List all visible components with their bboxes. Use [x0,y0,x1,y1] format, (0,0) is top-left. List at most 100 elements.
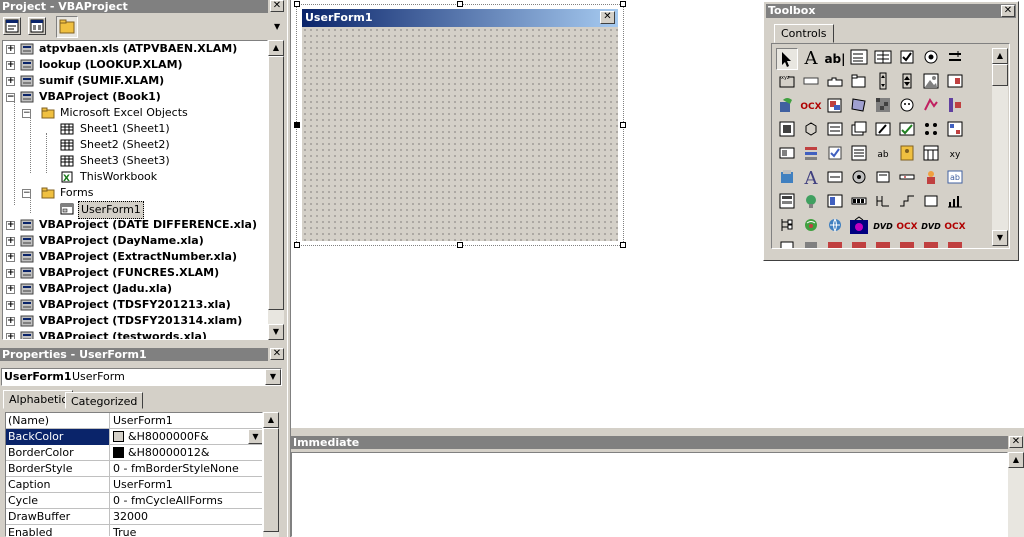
activex-control-5[interactable] [896,96,918,118]
activex-control-8[interactable] [776,120,798,142]
activex-control-40[interactable] [848,216,870,238]
tree-node-userform1[interactable]: UserForm1 [3,201,267,219]
combobox-tool[interactable] [848,48,870,70]
refedit-tool[interactable] [944,72,966,94]
userform-canvas[interactable] [302,27,618,241]
expand-toggle[interactable]: + [6,45,15,54]
activex-control-22[interactable] [776,168,798,190]
multipage-tool[interactable] [848,72,870,94]
project-title-bar[interactable]: Project - VBAProject [0,0,268,13]
tree-node[interactable]: − Microsoft Excel Objects [3,105,267,121]
property-row[interactable]: Cycle 0 - fmCycleAllForms [6,493,262,509]
immediate-title-bar[interactable]: Immediate [291,436,1008,449]
immediate-close-button[interactable]: ✕ [1009,436,1023,448]
activex-control-41[interactable] [776,240,798,248]
activex-control-31[interactable] [824,192,846,214]
property-value[interactable]: 32000 [111,509,262,525]
property-row[interactable]: Enabled True [6,525,262,536]
tree-node[interactable]: + VBAProject (TDSFY201314.xlam) [3,313,267,329]
activex-control-9[interactable] [800,120,822,142]
activex-control-2[interactable] [824,96,846,118]
dvd-control-2[interactable]: DVD [920,216,942,238]
activex-control-46[interactable] [896,240,918,248]
ocx-control[interactable]: OCX [800,96,822,118]
collapse-toggle[interactable]: − [6,93,15,102]
activex-control-4[interactable] [872,96,894,118]
activex-control-30[interactable] [800,192,822,214]
ocx-control-3[interactable]: OCX [944,216,966,238]
expand-toggle[interactable]: + [6,285,15,294]
tree-node[interactable]: + VBAProject (DATE DIFFERENCE.xla) [3,217,267,233]
toggle-button-tool[interactable] [944,48,966,70]
tree-node[interactable]: + VBAProject (DayName.xla) [3,233,267,249]
property-row[interactable]: DrawBuffer 32000 [6,509,262,525]
toolbar-dropdown-icon[interactable]: ▼ [274,22,284,36]
checkbox-tool[interactable] [896,48,918,70]
select-objects-tool[interactable] [776,48,798,70]
activex-control-42[interactable] [800,240,822,248]
expand-toggle[interactable]: + [6,61,15,70]
activex-control-1[interactable] [776,96,798,118]
expand-toggle[interactable]: + [6,301,15,310]
tabstrip-tool[interactable] [824,72,846,94]
properties-close-button[interactable]: ✕ [270,348,284,360]
toolbox-title-bar[interactable]: Toolbox [766,4,1016,18]
resize-handle[interactable] [457,1,463,7]
activex-control-12[interactable] [872,120,894,142]
expand-toggle[interactable]: + [6,77,15,86]
scroll-down-button[interactable]: ▼ [268,324,284,340]
property-row[interactable]: Caption UserForm1 [6,477,262,493]
tree-node[interactable]: Sheet1 (Sheet1) [3,121,267,137]
expand-toggle[interactable]: + [6,221,15,230]
property-row[interactable]: BorderColor &H80000012& [6,445,262,461]
activex-control-27[interactable] [920,168,942,190]
scroll-up-button[interactable]: ▲ [263,412,279,428]
tab-categorized[interactable]: Categorized [65,392,144,409]
expand-toggle[interactable]: + [6,253,15,262]
tree-node[interactable]: + VBAProject (testwords.xla) [3,329,267,339]
toggle-folders-button[interactable] [56,16,78,38]
activex-control-11[interactable] [848,120,870,142]
activex-control-32[interactable] [848,192,870,214]
project-scrollbar[interactable]: ▲ ▼ [268,40,284,340]
activex-control-35[interactable] [920,192,942,214]
resize-handle[interactable] [294,122,300,128]
tree-node[interactable]: + VBAProject (FUNCRES.XLAM) [3,265,267,281]
tree-node[interactable]: + VBAProject (TDSFY201213.xla) [3,297,267,313]
label-tool[interactable]: A [800,48,822,70]
scroll-up-button[interactable]: ▲ [1008,452,1024,468]
property-value[interactable]: UserForm1 [111,477,262,493]
activex-control-26[interactable] [896,168,918,190]
activex-control-24[interactable] [848,168,870,190]
image-tool[interactable] [920,72,942,94]
tree-node[interactable]: X ThisWorkbook [3,169,267,185]
properties-scrollbar[interactable]: ▲ [263,412,279,537]
expand-toggle[interactable]: + [6,237,15,246]
activex-control-34[interactable] [896,192,918,214]
view-code-button[interactable] [3,17,21,35]
spinbutton-tool[interactable] [896,72,918,94]
controls-palette[interactable]: A ab| xyz OCX ab xy A ab DVD OCX DVD OCX… [771,43,1010,249]
xy-tool[interactable]: xy [944,144,966,166]
property-value-cell[interactable]: &H8000000F& ▼ [111,429,262,445]
label-tool-2[interactable]: A [800,168,822,190]
property-value-cell[interactable]: &H80000012& [111,445,262,461]
toolbox-close-button[interactable]: ✕ [1001,5,1015,17]
property-row[interactable]: BorderStyle 0 - fmBorderStyleNone [6,461,262,477]
resize-handle[interactable] [620,242,626,248]
activex-control-10[interactable] [824,120,846,142]
resize-handle[interactable] [294,1,300,7]
textbox-tool[interactable]: ab| [824,48,846,70]
expand-toggle[interactable]: + [6,317,15,326]
immediate-scrollbar[interactable]: ▲ [1008,452,1024,537]
activex-control-14[interactable] [920,120,942,142]
chevron-down-icon[interactable]: ▼ [265,369,281,385]
activex-control-36[interactable] [944,192,966,214]
activex-control-45[interactable] [872,240,894,248]
userform-designer[interactable]: UserForm1 ✕ [294,1,626,248]
activex-control-21[interactable] [920,144,942,166]
activex-control-23[interactable] [824,168,846,190]
tab-controls[interactable]: Controls [774,24,834,43]
tree-node[interactable]: + VBAProject (ExtractNumber.xla) [3,249,267,265]
activex-control-25[interactable] [872,168,894,190]
